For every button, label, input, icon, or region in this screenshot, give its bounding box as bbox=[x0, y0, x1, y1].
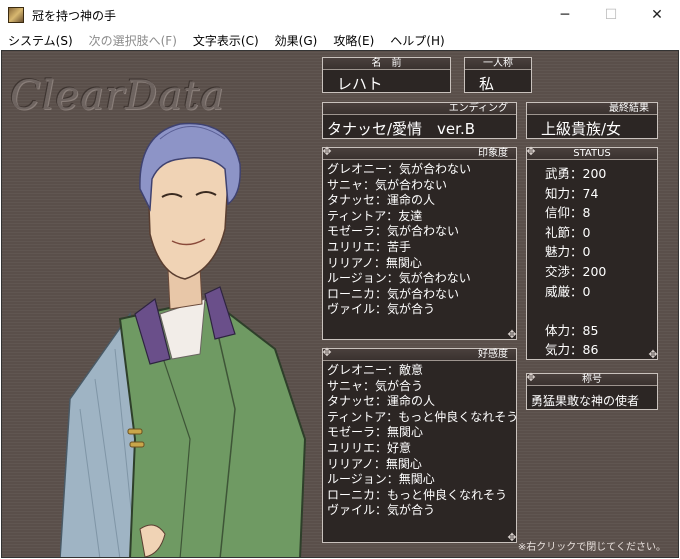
app-icon bbox=[8, 7, 24, 23]
favor-list: グレオニー：敵意 サニャ：気が合う タナッセ：運命の人 ティントア：もっと仲良く… bbox=[327, 363, 518, 519]
name-panel: 名 前 レハト bbox=[322, 57, 451, 93]
name-value: レハト bbox=[337, 75, 383, 93]
stat-row: 気力：86 bbox=[545, 342, 599, 358]
list-item: ティントア：友達 bbox=[327, 208, 423, 223]
list-item: リリアノ：無関心 bbox=[327, 456, 422, 471]
pronoun-panel: 一人称 私 bbox=[464, 57, 532, 93]
list-item: サニャ：気が合う bbox=[327, 378, 424, 393]
maximize-button[interactable]: ☐ bbox=[588, 0, 634, 30]
stat-row: 礼節：0 bbox=[545, 224, 591, 240]
clear-data-screen[interactable]: ClearData 名 前 レハト 一人称 私 エンディング タナッセ/愛情 v… bbox=[1, 50, 679, 558]
impression-list: グレオニー：気が合わない サニャ：気が合わない タナッセ：運命の人 ティントア：… bbox=[327, 162, 471, 318]
epithet-label: 称号 bbox=[527, 374, 657, 386]
stat-row: 武勇：200 bbox=[545, 166, 607, 181]
menu-bar: システム(S) 次の選択肢へ(F) 文字表示(C) 効果(G) 攻略(E) ヘル… bbox=[0, 30, 680, 50]
menu-help[interactable]: ヘルプ(H) bbox=[382, 32, 452, 49]
pronoun-value: 私 bbox=[479, 75, 495, 93]
stat-row: 交渉：200 bbox=[545, 263, 607, 279]
ornament-icon: ✥ bbox=[507, 531, 517, 544]
menu-text-display[interactable]: 文字表示(C) bbox=[185, 32, 267, 49]
close-button[interactable]: ✕ bbox=[634, 0, 680, 30]
status-panel: STATUS 武勇：200 知力：74 信仰：8 礼節：0 魅力：0 交渉：20… bbox=[526, 145, 658, 361]
epithet-panel: 称号 勇猛果敢な神の使者 ✥ bbox=[526, 371, 658, 410]
list-item: ヴァイル：気が合う bbox=[327, 503, 436, 518]
final-result-panel: 最終結果 上級貴族/女 bbox=[526, 102, 658, 139]
favor-label: 好感度 bbox=[323, 349, 516, 361]
list-item: ユリリエ：好意 bbox=[327, 440, 412, 455]
impression-panel: 印象度 グレオニー：気が合わない サニャ：気が合わない タナッセ：運命の人 ティ… bbox=[322, 145, 517, 341]
list-item: サニャ：気が合わない bbox=[327, 177, 448, 192]
stat-row: 知力：74 bbox=[545, 185, 599, 201]
list-item: モゼーラ：無関心 bbox=[327, 425, 424, 440]
close-hint: ※右クリックで閉じてください。 bbox=[517, 542, 666, 553]
ornament-icon: ✥ bbox=[526, 371, 536, 384]
window-controls: ─ ☐ ✕ bbox=[542, 0, 680, 30]
pronoun-label: 一人称 bbox=[465, 58, 531, 70]
list-item: モゼーラ：気が合わない bbox=[327, 224, 460, 239]
stat-row: 信仰：8 bbox=[545, 205, 591, 221]
status-label: STATUS bbox=[527, 148, 657, 160]
menu-system[interactable]: システム(S) bbox=[0, 32, 81, 49]
ornament-icon: ✥ bbox=[322, 145, 332, 158]
list-item: ローニカ：もっと仲良くなれそう bbox=[327, 487, 508, 502]
ornament-icon: ✥ bbox=[507, 328, 517, 341]
ornament-icon: ✥ bbox=[526, 145, 536, 158]
stat-row: 威厳：0 bbox=[545, 283, 591, 299]
list-item: ルージョン：無関心 bbox=[327, 472, 435, 487]
title-bar: 冠を持つ神の手 ─ ☐ ✕ bbox=[0, 0, 680, 30]
menu-effects[interactable]: 効果(G) bbox=[267, 32, 326, 49]
ending-panel: エンディング タナッセ/愛情 ver.B bbox=[322, 102, 517, 139]
list-item: タナッセ：運命の人 bbox=[327, 394, 436, 409]
status-list: 武勇：200 知力：74 信仰：8 礼節：0 魅力：0 交渉：200 威厳：0 … bbox=[545, 164, 606, 360]
list-item: ティントア：もっと仲良くなれそう bbox=[327, 409, 519, 424]
menu-strategy[interactable]: 攻略(E) bbox=[325, 32, 382, 49]
impression-label: 印象度 bbox=[323, 148, 516, 160]
epithet-value: 勇猛果敢な神の使者 bbox=[531, 394, 640, 408]
list-item: ローニカ：気が合わない bbox=[327, 286, 460, 301]
window-title: 冠を持つ神の手 bbox=[32, 8, 117, 23]
favor-panel: 好感度 グレオニー：敵意 サニャ：気が合う タナッセ：運命の人 ティントア：もっ… bbox=[322, 346, 518, 544]
minimize-button[interactable]: ─ bbox=[542, 0, 588, 30]
list-item: ヴァイル：気が合う bbox=[327, 302, 436, 317]
stat-row: 魅力：0 bbox=[545, 244, 591, 260]
list-item: グレオニー：敵意 bbox=[327, 363, 424, 377]
final-result-value: 上級貴族/女 bbox=[541, 120, 622, 138]
stat-row: 体力：85 bbox=[545, 322, 599, 338]
menu-next-choice[interactable]: 次の選択肢へ(F) bbox=[81, 32, 185, 49]
ending-label: エンディング bbox=[323, 103, 516, 115]
list-item: グレオニー：気が合わない bbox=[327, 162, 472, 176]
list-item: ルージョン：気が合わない bbox=[327, 271, 471, 286]
ending-value: タナッセ/愛情 ver.B bbox=[327, 120, 476, 138]
list-item: ユリリエ：苦手 bbox=[327, 239, 412, 254]
list-item: タナッセ：運命の人 bbox=[327, 193, 436, 208]
final-result-label: 最終結果 bbox=[527, 103, 657, 115]
ornament-icon: ✥ bbox=[322, 346, 332, 359]
ornament-icon: ✥ bbox=[648, 348, 658, 361]
character-portrait bbox=[60, 122, 307, 557]
list-item: リリアノ：無関心 bbox=[327, 255, 422, 270]
name-label: 名 前 bbox=[323, 58, 450, 70]
